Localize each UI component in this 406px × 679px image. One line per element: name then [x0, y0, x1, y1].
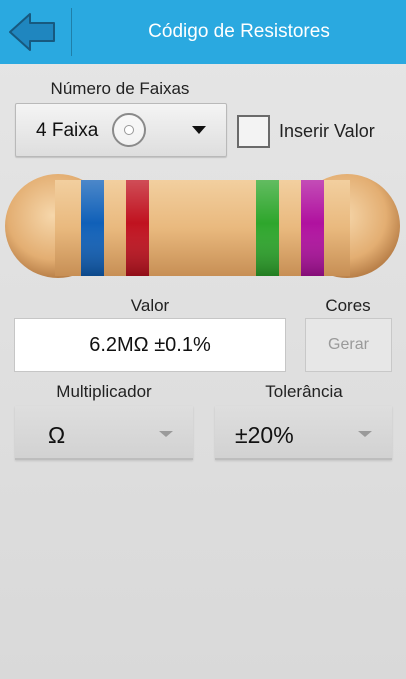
insert-value-label: Inserir Valor — [279, 121, 375, 141]
back-button[interactable] — [6, 10, 62, 54]
resistor-graphic — [5, 174, 400, 278]
insert-value-checkbox[interactable] — [237, 115, 270, 148]
dropdown-arrow-icon — [358, 431, 372, 437]
bands-label: Número de Faixas — [50, 79, 190, 98]
tolerance-label: Tolerância — [265, 382, 343, 401]
resistor-band-shade — [81, 180, 104, 276]
bands-spinner[interactable]: 4 Faixa — [15, 103, 227, 157]
tolerance-selected: ±20% — [235, 422, 294, 448]
generate-button[interactable]: Gerar — [305, 318, 392, 372]
colors-label: Cores — [325, 296, 371, 315]
dropdown-arrow-icon — [192, 126, 206, 134]
dropdown-arrow-icon — [159, 431, 173, 437]
action-bar: Código de Resistores — [0, 0, 406, 64]
value-field[interactable]: 6.2MΩ ±0.1% — [14, 318, 286, 372]
value-label: Valor — [130, 296, 170, 315]
multiplier-dropdown[interactable]: Ω — [15, 406, 193, 460]
back-arrow-icon — [9, 13, 55, 51]
bands-selected: 4 Faixa — [36, 120, 99, 141]
resistor-band-shade — [256, 180, 279, 276]
resistor-band-shade — [301, 180, 324, 276]
app-title: Código de Resistores — [148, 21, 330, 42]
multiplier-label: Multiplicador — [56, 382, 152, 401]
resistor-band-shade — [126, 180, 149, 276]
tolerance-dropdown[interactable]: ±20% — [215, 406, 392, 460]
multiplier-selected: Ω — [48, 422, 66, 448]
loading-indicator-icon — [112, 113, 146, 147]
